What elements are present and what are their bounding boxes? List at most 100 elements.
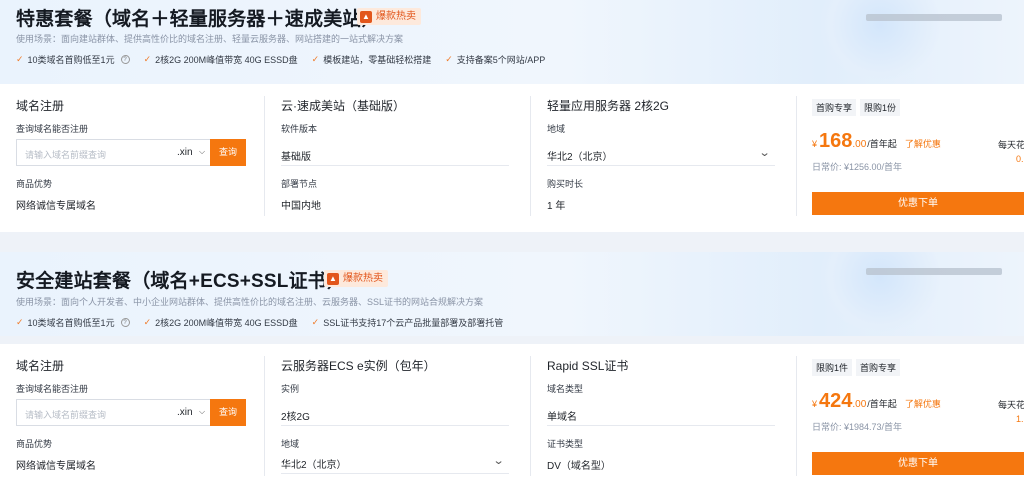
purchase-box: 限购1件 首购专享 ¥ 424 .00 /首年起 了解优惠 日常价: ¥1984.… <box>812 358 1024 475</box>
package-config-panel: 域名注册 查询域名能否注册 请输入域名前缀查询 .xin ⌵ 查询 商品优势 网… <box>0 344 1024 492</box>
package-hero: 特惠套餐（域名＋轻量服务器＋速成美站） ▲ 爆款热卖 使用场景：面向建站群体、提… <box>0 0 1024 84</box>
domain-type-value: 单域名 <box>547 412 577 423</box>
chevron-down-icon: ⌄ <box>758 147 771 159</box>
chevron-down-icon: ⌵ <box>199 147 206 156</box>
check-icon: ✓ <box>445 54 453 64</box>
divider <box>530 96 531 216</box>
price-decimal: .00 <box>852 139 867 150</box>
hot-badge: ▲ 爆款热卖 <box>324 270 388 287</box>
price-row: ¥ 424 .00 /首年起 了解优惠 <box>812 390 941 413</box>
daily-price: 日常价: ¥1984.73/首年 <box>812 422 903 432</box>
package-card-special: 特惠套餐（域名＋轻量服务器＋速成美站） ▲ 爆款热卖 使用场景：面向建站群体、提… <box>0 0 1024 236</box>
tld-select[interactable]: .xin <box>177 147 193 158</box>
domain-heading: 域名注册 <box>16 99 65 113</box>
divider <box>264 96 265 216</box>
flame-icon: ▲ <box>360 10 372 23</box>
feature-list: ✓ 10类域名首购低至1元? ✓ 2核2G 200M峰值带宽 40G ESSD盘 ✓… <box>16 53 545 66</box>
chevron-down-icon: ⌄ <box>492 455 505 467</box>
hot-badge-label: 爆款热卖 <box>343 273 383 284</box>
ssl-heading: Rapid SSL证书 <box>547 359 629 373</box>
tag: 限购1份 <box>860 99 901 116</box>
package-title: 特惠套餐（域名＋轻量服务器＋速成美站） <box>16 9 381 30</box>
help-icon[interactable]: ? <box>120 55 130 64</box>
daily-cost-label: 每天花 <box>998 400 1024 410</box>
tld-select[interactable]: .xin <box>177 407 193 418</box>
package-config-panel: 域名注册 查询域名能否注册 请输入域名前缀查询 .xin ⌵ 查询 商品优势 网… <box>0 84 1024 232</box>
feature-item: ✓ 10类域名首购低至1元? <box>16 53 130 66</box>
price-integer: 168 <box>819 130 853 152</box>
daily-cost-value: 0. <box>1016 154 1024 164</box>
daily-price: 日常价: ¥1256.00/首年 <box>812 162 903 172</box>
check-icon: ✓ <box>311 54 320 64</box>
check-icon: ✓ <box>143 317 152 327</box>
advantage-value: 网络诚信专属域名 <box>16 201 96 212</box>
check-icon: ✓ <box>143 54 152 64</box>
divider <box>264 356 265 476</box>
hot-badge: ▲ 爆款热卖 <box>357 8 421 25</box>
server-heading: 轻量应用服务器 2核2G <box>547 99 670 113</box>
region-select[interactable]: 华北2（北京） ⌄ <box>547 140 775 166</box>
currency: ¥ <box>812 399 818 409</box>
region-select[interactable]: 华北2（北京） ⌄ <box>281 448 509 474</box>
check-icon: ✓ <box>16 317 24 327</box>
daily-cost-value: 1. <box>1016 414 1024 424</box>
domain-type-field: 单域名 <box>547 400 775 426</box>
tag-list: 首购专享 限购1份 <box>812 98 1024 116</box>
package-hero: 安全建站套餐（域名+ECS+SSL证书） ▲ 爆款热卖 使用场景：面向个人开发者… <box>0 252 1024 336</box>
domain-heading: 域名注册 <box>16 359 65 373</box>
region-value: 华北2（北京） <box>547 152 613 163</box>
feature-item: ✓ 2核2G 200M峰值带宽 40G ESSD盘 <box>143 54 298 65</box>
query-button[interactable]: 查询 <box>210 139 246 166</box>
help-icon[interactable]: ? <box>120 318 130 327</box>
currency: ¥ <box>812 139 818 149</box>
advantage-label: 商品优势 <box>16 179 53 189</box>
query-button[interactable]: 查询 <box>210 399 246 426</box>
feature-item: ✓ 支持备案5个网站/APP <box>445 54 546 65</box>
check-icon: ✓ <box>16 54 24 64</box>
feature-item: ✓ 10类域名首购低至1元? <box>16 316 130 329</box>
cert-type-label: 证书类型 <box>547 439 584 449</box>
purchase-box: 首购专享 限购1份 ¥ 168 .00 /首年起 了解优惠 日常价: ¥1256.… <box>812 98 1024 215</box>
chevron-down-icon: ⌵ <box>199 407 206 416</box>
instance-value: 2核2G <box>281 412 310 423</box>
search-input[interactable]: 请输入域名前缀查询 <box>25 408 106 421</box>
region-label: 地域 <box>547 124 566 134</box>
site-heading: 云·速成美站（基础版） <box>281 99 405 113</box>
order-button[interactable]: 优惠下单 <box>812 192 1024 215</box>
cert-type-value: DV（域名型） <box>547 461 611 472</box>
duration-value: 1 年 <box>547 201 566 212</box>
version-label: 软件版本 <box>281 124 318 134</box>
duration-label: 购买时长 <box>547 179 584 189</box>
package-card-secure: 安全建站套餐（域名+ECS+SSL证书） ▲ 爆款热卖 使用场景：面向个人开发者… <box>0 252 1024 492</box>
tag: 限购1件 <box>812 359 853 376</box>
price-unit: /首年起 <box>867 399 897 409</box>
instance-label: 实例 <box>281 384 300 394</box>
price-decimal: .00 <box>852 399 867 410</box>
instance-field: 2核2G <box>281 400 509 426</box>
version-value: 基础版 <box>281 152 311 163</box>
price-integer: 424 <box>819 390 853 412</box>
divider <box>796 96 797 216</box>
feature-list: ✓ 10类域名首购低至1元? ✓ 2核2G 200M峰值带宽 40G ESSD盘 ✓… <box>16 316 503 329</box>
domain-type-label: 域名类型 <box>547 384 584 394</box>
blurred-text <box>866 14 1002 21</box>
ecs-heading: 云服务器ECS e实例（包年） <box>281 359 436 373</box>
version-field: 基础版 <box>281 140 509 166</box>
node-label: 部署节点 <box>281 179 318 189</box>
hot-badge-label: 爆款热卖 <box>376 11 416 22</box>
blurred-text <box>866 268 1002 275</box>
order-button[interactable]: 优惠下单 <box>812 452 1024 475</box>
tag: 首购专享 <box>856 359 901 376</box>
package-title: 安全建站套餐（域名+ECS+SSL证书） <box>16 271 347 292</box>
decorative-graphic <box>820 252 940 332</box>
query-label: 查询域名能否注册 <box>16 384 89 394</box>
feature-item: ✓ SSL证书支持17个云产品批量部署及部署托管 <box>311 317 504 328</box>
divider <box>530 356 531 476</box>
divider <box>796 356 797 476</box>
promo-link[interactable]: 了解优惠 <box>905 137 941 150</box>
advantage-value: 网络诚信专属域名 <box>16 461 96 472</box>
search-input[interactable]: 请输入域名前缀查询 <box>25 148 106 161</box>
promo-link[interactable]: 了解优惠 <box>905 397 941 410</box>
package-description: 使用场景：面向个人开发者、中小企业网站群体、提供高性价比的域名注册、云服务器、S… <box>16 297 484 307</box>
region-value: 华北2（北京） <box>281 460 347 471</box>
